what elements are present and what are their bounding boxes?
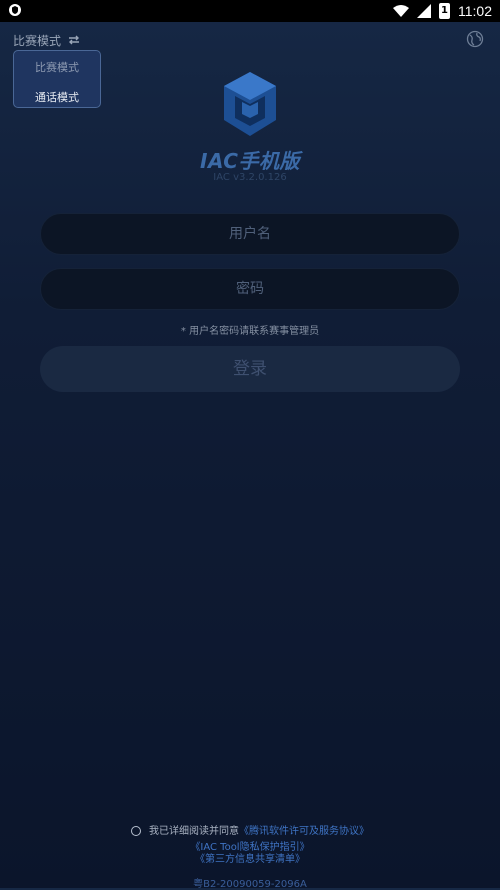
logo-icon [224, 72, 276, 136]
battery-level: 1 [440, 4, 449, 18]
battery-icon: 1 [439, 3, 450, 19]
status-right: 1 11:02 [393, 0, 492, 22]
app-title: IAC手机版 [200, 149, 300, 173]
status-time: 11:02 [458, 3, 492, 19]
username-input[interactable]: 用户名 [40, 213, 460, 255]
mode-switch-button[interactable]: 比赛模式 [13, 31, 81, 49]
third-party-sharing-link[interactable]: 《第三方信息共享清单》 [0, 850, 500, 865]
agreement-line: 我已详细阅读并同意《腾讯软件许可及服务协议》 [0, 826, 500, 838]
menu-item-call-mode[interactable]: 通话模式 [14, 89, 100, 105]
app-version: IAC v3.2.0.126 [213, 172, 287, 183]
mode-dropdown-menu: 比赛模式 通话模式 [13, 50, 101, 108]
login-button[interactable]: 登录 [40, 346, 460, 392]
signal-icon [417, 4, 431, 18]
password-input[interactable]: 密码 [40, 268, 460, 310]
status-bar: 1 11:02 [0, 0, 500, 22]
agreement-radio[interactable] [131, 826, 141, 836]
login-hint: * 用户名密码请联系赛事管理员 [180, 326, 320, 337]
menu-item-competition-mode[interactable]: 比赛模式 [14, 59, 100, 75]
license-agreement-link[interactable]: 《腾讯软件许可及服务协议》 [239, 826, 369, 837]
agreement-text: 我已详细阅读并同意 [149, 826, 239, 837]
mode-switch-label: 比赛模式 [13, 33, 62, 48]
swap-icon [69, 35, 80, 45]
shield-icon [9, 4, 21, 16]
wifi-icon [393, 5, 409, 17]
globe-icon[interactable] [466, 30, 484, 48]
